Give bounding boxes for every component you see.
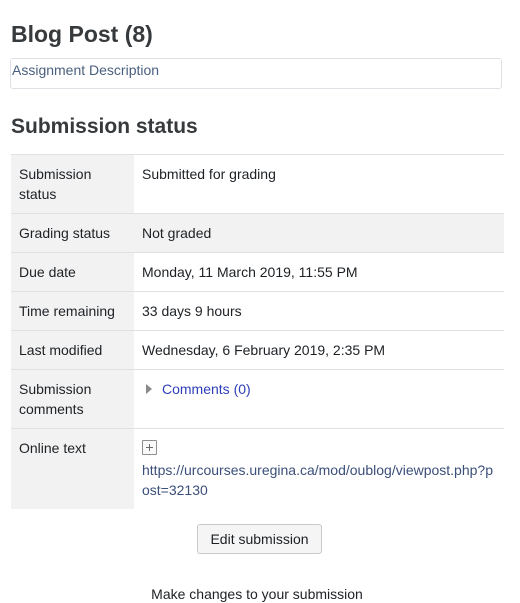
row-value-grading-status: Not graded bbox=[134, 213, 504, 253]
assignment-description-box: Assignment Description bbox=[10, 58, 502, 89]
row-label-online-text: Online text bbox=[11, 428, 134, 509]
row-value-online-text: https://urcourses.uregina.ca/mod/oublog/… bbox=[134, 428, 504, 509]
row-value-due-date: Monday, 11 March 2019, 11:55 PM bbox=[134, 252, 504, 292]
edit-help-text: Make changes to your submission bbox=[151, 586, 363, 602]
row-label-last-modified: Last modified bbox=[11, 330, 134, 370]
edit-submission-button[interactable]: Edit submission bbox=[197, 524, 322, 554]
table-row: Submission comments Comments (0) bbox=[11, 369, 504, 429]
row-label-submission-comments: Submission comments bbox=[11, 369, 134, 429]
expand-plus-icon[interactable] bbox=[142, 440, 157, 455]
table-row: Online text https://urcourses.uregina.ca… bbox=[11, 428, 504, 509]
section-title: Submission status bbox=[11, 115, 198, 138]
table-row: Submission status Submitted for grading bbox=[11, 154, 504, 214]
row-label-time-remaining: Time remaining bbox=[11, 291, 134, 331]
comments-toggle[interactable]: Comments (0) bbox=[142, 379, 251, 399]
row-value-submission-comments: Comments (0) bbox=[134, 369, 504, 429]
table-row: Last modified Wednesday, 6 February 2019… bbox=[11, 330, 504, 370]
table-row: Grading status Not graded bbox=[11, 213, 504, 253]
row-value-submission-status: Submitted for grading bbox=[134, 154, 504, 214]
page: Blog Post (8) Assignment Description Sub… bbox=[0, 0, 520, 602]
comments-link[interactable]: Comments (0) bbox=[162, 379, 251, 399]
assignment-description-link[interactable]: Assignment Description bbox=[12, 62, 159, 78]
row-label-grading-status: Grading status bbox=[11, 213, 134, 253]
online-text-link[interactable]: https://urcourses.uregina.ca/mod/oublog/… bbox=[142, 460, 496, 500]
table-row: Due date Monday, 11 March 2019, 11:55 PM bbox=[11, 252, 504, 292]
triangle-right-icon[interactable] bbox=[146, 384, 152, 394]
row-value-last-modified: Wednesday, 6 February 2019, 2:35 PM bbox=[134, 330, 504, 370]
row-label-due-date: Due date bbox=[11, 252, 134, 292]
row-value-time-remaining: 33 days 9 hours bbox=[134, 291, 504, 331]
page-title: Blog Post (8) bbox=[11, 21, 153, 47]
row-label-submission-status: Submission status bbox=[11, 154, 134, 214]
submission-status-table: Submission status Submitted for grading … bbox=[11, 154, 504, 509]
table-row: Time remaining 33 days 9 hours bbox=[11, 291, 504, 331]
